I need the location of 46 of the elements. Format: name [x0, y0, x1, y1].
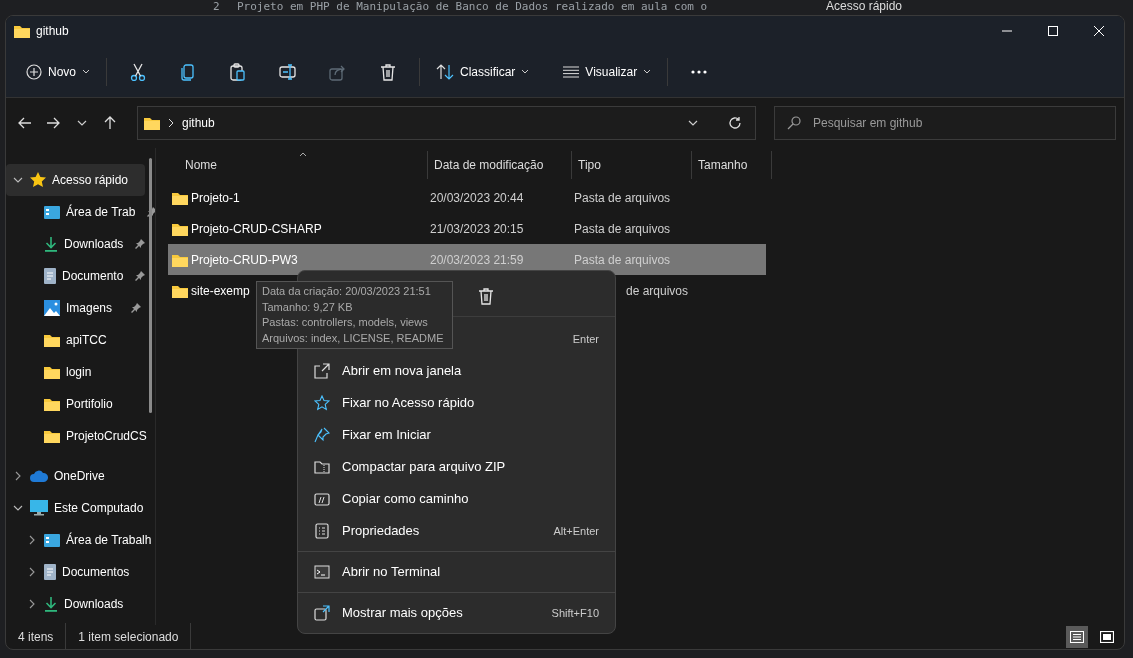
sidebar-label: login	[66, 364, 92, 381]
sidebar-label: Este Computado	[54, 500, 144, 517]
file-name: Projeto-1	[191, 189, 240, 207]
file-name: Projeto-CRUD-PW3	[191, 251, 298, 269]
menu-label: Compactar para arquivo ZIP	[342, 458, 506, 477]
sidebar-label: Área de Trab	[66, 203, 136, 221]
sidebar-label: Documento	[62, 268, 124, 285]
shortcut: Alt+Enter	[553, 523, 599, 539]
sidebar-label: Documentos	[62, 564, 130, 581]
sidebar-label: Downloads	[64, 596, 124, 613]
table-cell-text: Pasta de arquivos	[573, 251, 672, 269]
table-cell-text: Pasta de arquivos	[573, 220, 672, 238]
tooltip-line: Pastas: controllers, models, views	[262, 315, 428, 330]
menu-label: Abrir no Terminal	[342, 563, 441, 582]
table-cell-text: 21/03/2023 20:15	[429, 220, 525, 238]
sidebar-label: apiTCC	[66, 332, 107, 349]
sidebar-label: OneDrive	[54, 468, 105, 485]
table-cell-text: 20/03/2023 20:44	[429, 189, 525, 207]
tooltip-line: Data da criação: 20/03/2023 21:51	[262, 284, 431, 299]
sidebar-label: Portifolio	[66, 396, 113, 413]
menu-label: Mostrar mais opções	[342, 604, 463, 623]
sidebar-label: Área de Trabalh	[66, 531, 152, 549]
sidebar-label: Imagens	[66, 300, 113, 317]
tooltip-line: Arquivos: index, LICENSE, README	[262, 330, 444, 346]
sidebar-label: ProjetoCrudCS	[66, 428, 147, 445]
code-line: Projeto em PHP de Manipulação de Banco de Dados realizado em aula com o	[237, 0, 708, 13]
line-number: 2	[213, 0, 220, 13]
selection-count: 1 item selecionado	[78, 629, 179, 646]
window-title: github	[36, 23, 69, 40]
tooltip-line: Tamanho: 9,27 KB	[262, 299, 353, 315]
shortcut: Enter	[572, 331, 599, 347]
table-cell-text: de arquivos	[624, 282, 688, 300]
table-cell-text: Pasta de arquivos	[573, 189, 672, 207]
sidebar-label: Acesso rápido	[52, 172, 129, 189]
file-name: Projeto-CRUD-CSHARP	[191, 220, 322, 238]
shortcut: Shift+F10	[551, 605, 599, 621]
menu-label: Abrir em nova janela	[342, 362, 462, 381]
menu-label: Fixar em Iniciar	[342, 426, 431, 445]
table-cell-text: 20/03/2023 21:59	[429, 251, 525, 269]
file-name: site-exemp	[191, 282, 250, 300]
menu-label: Fixar no Acesso rápido	[342, 394, 475, 413]
menu-label: Propriedades	[342, 522, 420, 541]
sidebar-item: Acesso rápido	[826, 0, 903, 13]
item-count: 4 itens	[18, 629, 54, 646]
menu-label: Copiar como caminho	[342, 490, 469, 509]
sidebar-label: Downloads	[64, 236, 124, 253]
